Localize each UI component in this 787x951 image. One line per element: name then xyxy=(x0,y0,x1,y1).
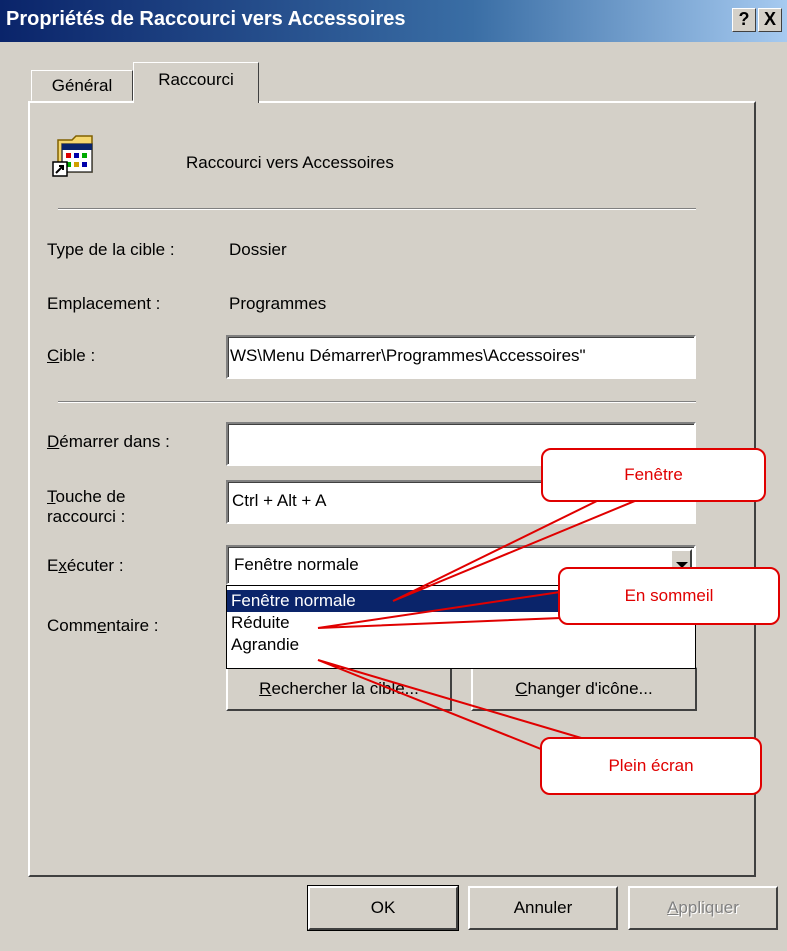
callout-fenetre: Fenêtre xyxy=(541,448,766,502)
callout-plein-ecran: Plein écran xyxy=(540,737,762,795)
callout-sommeil: En sommeil xyxy=(558,567,780,625)
arrow-sommeil xyxy=(317,590,561,629)
